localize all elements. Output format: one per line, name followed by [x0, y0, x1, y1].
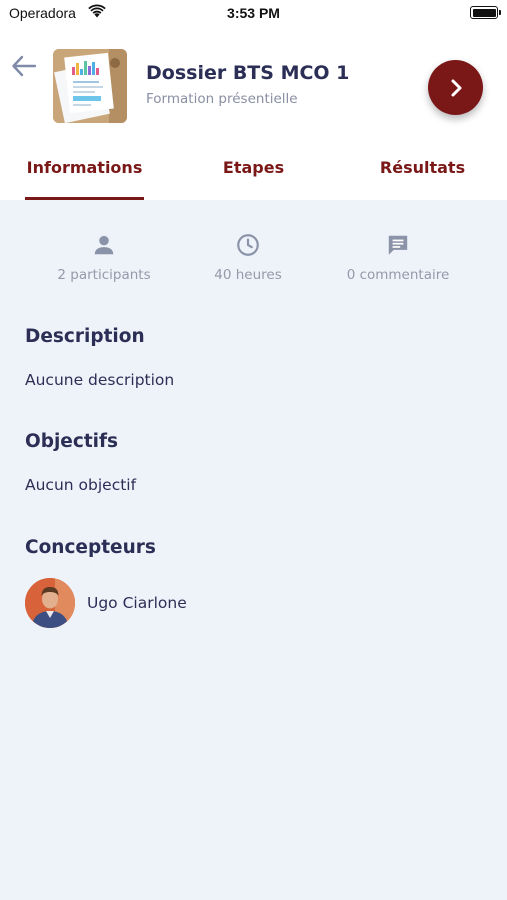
objectives-text: Aucun objectif: [25, 476, 137, 494]
designers-heading: Concepteurs: [25, 537, 156, 558]
status-time: 3:53 PM: [227, 5, 280, 21]
description-text: Aucune description: [25, 371, 175, 389]
duration-label: 40 heures: [214, 267, 282, 283]
stat-participants: 2 participants: [24, 232, 184, 283]
tab-etapes[interactable]: Etapes: [169, 146, 338, 200]
course-title: Dossier BTS MCO 1: [146, 62, 350, 84]
objectives-heading: Objectifs: [25, 431, 119, 452]
arrow-left-icon: [12, 55, 37, 77]
stat-comments: 0 commentaire: [318, 232, 478, 283]
course-subtitle: Formation présentielle: [146, 91, 298, 107]
course-thumbnail: [53, 49, 127, 123]
person-icon: [94, 235, 114, 255]
header: Dossier BTS MCO 1 Formation présentielle…: [0, 28, 507, 200]
tab-resultats[interactable]: Résultats: [338, 146, 507, 200]
status-bar: Operadora 3:53 PM: [0, 0, 507, 28]
next-button[interactable]: [428, 60, 483, 115]
chevron-right-icon: [451, 79, 461, 96]
stats-row: 2 participants 40 heures 0 commentaire: [0, 232, 507, 292]
avatar: [25, 578, 75, 628]
clock-icon: [237, 234, 259, 256]
tab-informations[interactable]: Informations: [0, 146, 169, 200]
participants-label: 2 participants: [57, 267, 151, 283]
stat-duration: 40 heures: [168, 232, 328, 283]
comments-label: 0 commentaire: [346, 267, 450, 283]
comment-icon: [388, 235, 408, 255]
battery-icon: [470, 6, 501, 19]
description-heading: Description: [25, 326, 145, 347]
tab-bar: Informations Etapes Résultats: [0, 146, 507, 200]
back-button[interactable]: [10, 52, 38, 80]
designer-item[interactable]: Ugo Ciarlone: [25, 578, 187, 628]
designer-name: Ugo Ciarlone: [87, 594, 187, 612]
